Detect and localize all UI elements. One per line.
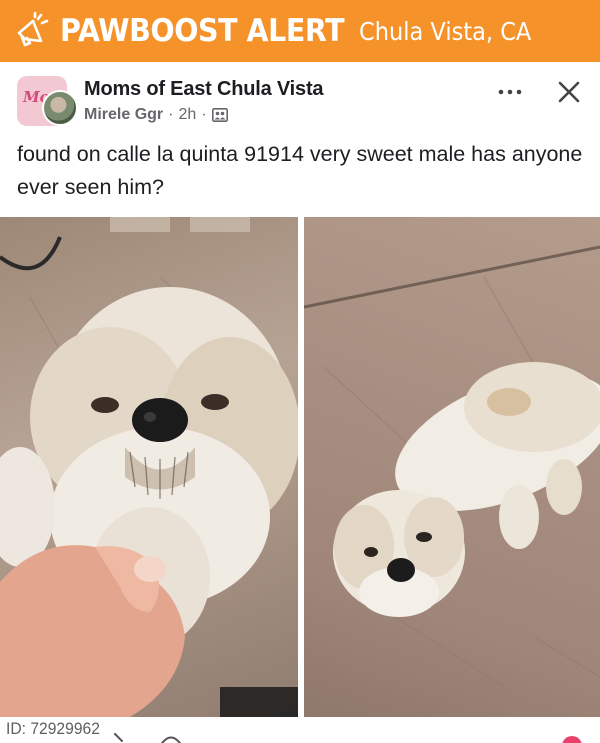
group-members-icon — [211, 108, 228, 122]
meta-separator: · — [168, 106, 174, 123]
close-icon[interactable] — [553, 76, 585, 108]
post-meta: Mirele Ggr · 2h · — [84, 106, 228, 124]
group-name[interactable]: Moms of East Chula Vista — [84, 78, 324, 101]
reaction-icon — [562, 736, 582, 743]
megaphone-icon — [8, 8, 54, 54]
user-avatar[interactable] — [42, 90, 78, 126]
dog-photo-closeup[interactable] — [0, 217, 298, 717]
post-time[interactable]: 2h — [178, 106, 196, 124]
pet-id-label: ID: 72929962 — [6, 719, 100, 738]
post-caption: found on calle la quinta 91914 very swee… — [17, 142, 583, 199]
meta-separator: · — [201, 106, 207, 123]
dog-photo-full[interactable] — [304, 217, 600, 717]
chevron-right-icon — [114, 733, 123, 742]
alert-title: PAWBOOST ALERT — [60, 13, 345, 49]
author-name[interactable]: Mirele Ggr — [84, 106, 163, 124]
more-dots-icon[interactable] — [494, 80, 526, 104]
alert-location: Chula Vista, CA — [358, 16, 532, 46]
post-header: Mo Moms of East Chula Vista Mirele Ggr ·… — [0, 62, 600, 138]
comment-icon — [160, 736, 182, 743]
pawboost-alert-bar: PAWBOOST ALERT Chula Vista, CA — [0, 0, 600, 62]
